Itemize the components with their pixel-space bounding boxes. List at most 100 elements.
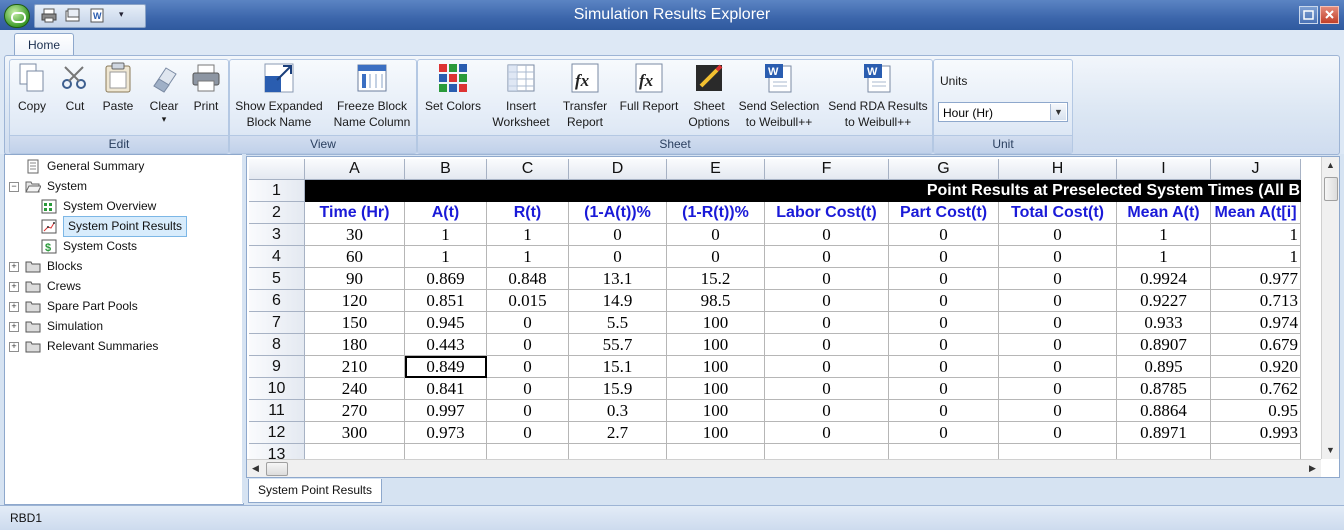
table-cell[interactable]: 0.920	[1211, 356, 1301, 378]
send-selection-to-weibull-button[interactable]: W Send Selection to Weibull++	[734, 62, 824, 130]
table-cell[interactable]: 1	[487, 246, 569, 268]
table-cell[interactable]: 15.2	[667, 268, 765, 290]
send-rda-results-to-weibull-button[interactable]: W Send RDA Results to Weibull++	[826, 62, 930, 130]
table-cell[interactable]: 0	[487, 400, 569, 422]
vertical-scrollbar[interactable]: ▲ ▼	[1321, 157, 1339, 459]
table-cell[interactable]: 0.015	[487, 290, 569, 312]
table-cell[interactable]: 100	[667, 422, 765, 444]
expand-icon[interactable]: +	[9, 282, 19, 292]
table-cell[interactable]: 0	[999, 356, 1117, 378]
table-cell[interactable]: 0	[487, 378, 569, 400]
table-cell[interactable]: 270	[305, 400, 405, 422]
expand-icon[interactable]: +	[9, 302, 19, 312]
table-cell[interactable]: 15.1	[569, 356, 667, 378]
table-cell[interactable]: 0.974	[1211, 312, 1301, 334]
column-header[interactable]: C	[487, 159, 569, 180]
table-cell[interactable]: 0.993	[1211, 422, 1301, 444]
column-header[interactable]: E	[667, 159, 765, 180]
sheet-options-button[interactable]: Sheet Options	[684, 62, 734, 130]
column-title-cell[interactable]: (1-R(t))%	[667, 202, 765, 224]
table-cell[interactable]: 0.933	[1117, 312, 1211, 334]
table-cell[interactable]: 0.9227	[1117, 290, 1211, 312]
table-cell[interactable]: 0	[765, 224, 889, 246]
paste-button[interactable]: Paste	[98, 62, 138, 114]
table-cell[interactable]: 0	[667, 246, 765, 268]
table-cell[interactable]: 0	[889, 290, 999, 312]
table-cell[interactable]: 0	[889, 334, 999, 356]
table-cell[interactable]: 150	[305, 312, 405, 334]
table-cell[interactable]: 100	[667, 312, 765, 334]
sheet-tab-system-point-results[interactable]: System Point Results	[248, 479, 382, 503]
table-cell[interactable]: 0	[999, 246, 1117, 268]
table-cell[interactable]: 0	[999, 290, 1117, 312]
table-cell[interactable]: 0.8864	[1117, 400, 1211, 422]
table-cell[interactable]: 0	[569, 246, 667, 268]
tree-item-general-summary[interactable]: General Summary	[9, 157, 237, 176]
full-report-button[interactable]: fx Full Report	[616, 62, 682, 114]
table-cell[interactable]: 1	[405, 246, 487, 268]
table-cell[interactable]: 0.973	[405, 422, 487, 444]
tab-home[interactable]: Home	[14, 33, 74, 56]
column-title-cell[interactable]: Part Cost(t)	[889, 202, 999, 224]
collapse-icon[interactable]: −	[9, 182, 19, 192]
table-cell[interactable]: 0	[889, 356, 999, 378]
tree-item-relevant-summaries[interactable]: + Relevant Summaries	[9, 337, 237, 356]
table-cell[interactable]: 0.8907	[1117, 334, 1211, 356]
table-cell[interactable]: 98.5	[667, 290, 765, 312]
tree-item-system-costs[interactable]: $ System Costs	[9, 237, 237, 256]
scroll-up-icon[interactable]: ▲	[1322, 157, 1339, 174]
tree-item-simulation[interactable]: + Simulation	[9, 317, 237, 336]
row-header[interactable]: 5	[249, 268, 305, 290]
row-header[interactable]: 1	[249, 180, 305, 202]
column-title-cell[interactable]: A(t)	[405, 202, 487, 224]
table-cell[interactable]: 0.8785	[1117, 378, 1211, 400]
table-cell[interactable]: 0	[487, 422, 569, 444]
scroll-right-icon[interactable]: ▶	[1304, 460, 1321, 477]
units-select[interactable]: Hour (Hr) ▼	[938, 102, 1068, 122]
clear-dropdown-icon[interactable]: ▾	[144, 114, 184, 124]
table-cell[interactable]: 0	[889, 422, 999, 444]
table-cell[interactable]: 0	[765, 268, 889, 290]
table-cell[interactable]: 0.762	[1211, 378, 1301, 400]
row-header[interactable]: 3	[249, 224, 305, 246]
horizontal-scrollbar[interactable]: ◀ ▶	[247, 459, 1321, 477]
table-cell[interactable]: 0	[765, 246, 889, 268]
table-cell[interactable]: 0.869	[405, 268, 487, 290]
expand-icon[interactable]: +	[9, 262, 19, 272]
row-header[interactable]: 8	[249, 334, 305, 356]
table-cell[interactable]: 13.1	[569, 268, 667, 290]
table-cell[interactable]: 210	[305, 356, 405, 378]
table-cell[interactable]: 100	[667, 400, 765, 422]
horizontal-scroll-thumb[interactable]	[266, 462, 288, 476]
table-cell[interactable]: 0	[999, 378, 1117, 400]
table-cell[interactable]: 1	[1117, 224, 1211, 246]
table-cell[interactable]: 0.841	[405, 378, 487, 400]
table-cell[interactable]: 0	[765, 356, 889, 378]
column-title-cell[interactable]: Time (Hr)	[305, 202, 405, 224]
table-cell[interactable]: 0	[889, 312, 999, 334]
table-cell[interactable]: 5.5	[569, 312, 667, 334]
table-cell[interactable]: 100	[667, 378, 765, 400]
table-cell[interactable]: 0.848	[487, 268, 569, 290]
row-header[interactable]: 9	[249, 356, 305, 378]
tree-item-spare-part-pools[interactable]: + Spare Part Pools	[9, 297, 237, 316]
column-header[interactable]: I	[1117, 159, 1211, 180]
table-cell[interactable]: 0	[765, 334, 889, 356]
column-header[interactable]: A	[305, 159, 405, 180]
row-header[interactable]: 10	[249, 378, 305, 400]
table-cell[interactable]: 180	[305, 334, 405, 356]
row-header[interactable]: 4	[249, 246, 305, 268]
report-banner[interactable]: Point Results at Preselected System Time…	[305, 180, 1301, 202]
table-cell[interactable]: 0	[889, 224, 999, 246]
tree-item-system-point-results[interactable]: System Point Results	[9, 216, 237, 237]
table-cell[interactable]: 0	[667, 224, 765, 246]
transfer-report-button[interactable]: fx Transfer Report	[556, 62, 614, 130]
table-cell[interactable]: 0	[765, 290, 889, 312]
table-cell[interactable]: 120	[305, 290, 405, 312]
column-header[interactable]: H	[999, 159, 1117, 180]
copy-button[interactable]: Copy	[12, 62, 52, 114]
table-cell[interactable]: 0	[999, 422, 1117, 444]
row-header[interactable]: 11	[249, 400, 305, 422]
table-cell[interactable]: 0	[487, 334, 569, 356]
column-title-cell[interactable]: R(t)	[487, 202, 569, 224]
